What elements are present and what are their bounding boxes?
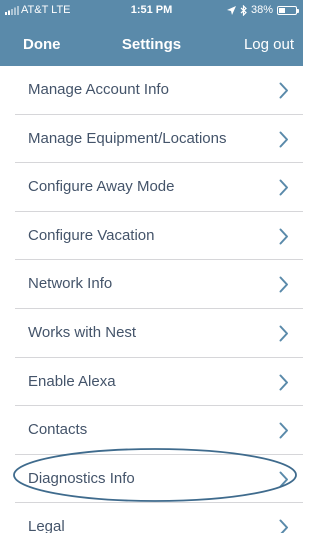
settings-row-legal[interactable]: Legal [0, 503, 303, 533]
settings-row-label: Configure Vacation [28, 226, 155, 244]
settings-row-label: Configure Away Mode [28, 178, 175, 196]
settings-row-network-info[interactable]: Network Info [0, 260, 303, 309]
done-button[interactable]: Done [23, 36, 61, 53]
settings-row-label: Enable Alexa [28, 372, 116, 390]
chevron-right-icon [279, 179, 289, 196]
status-right-group: 38% [226, 3, 299, 17]
battery-icon [277, 5, 299, 15]
settings-row-contacts[interactable]: Contacts [0, 406, 303, 455]
battery-percent: 38% [250, 4, 273, 16]
chevron-right-icon [279, 422, 289, 439]
navigation-bar: Done Settings Log out [0, 26, 303, 62]
chevron-right-icon [279, 471, 289, 488]
chevron-right-icon [279, 131, 289, 148]
chevron-right-icon [279, 276, 289, 293]
settings-row-label: Manage Equipment/Locations [28, 129, 227, 147]
bluetooth-icon [240, 4, 247, 16]
settings-screen: AT&T LTE 1:51 PM 38% Done Settings Log o… [0, 0, 303, 533]
chevron-right-icon [279, 325, 289, 342]
settings-row-configure-vacation[interactable]: Configure Vacation [0, 212, 303, 261]
settings-row-manage-account-info[interactable]: Manage Account Info [0, 66, 303, 115]
chevron-right-icon [279, 228, 289, 245]
settings-row-label: Works with Nest [28, 323, 137, 341]
battery-level-fill [279, 7, 286, 13]
settings-row-works-with-nest[interactable]: Works with Nest [0, 309, 303, 358]
settings-row-label: Legal [28, 518, 65, 533]
settings-row-label: Contacts [28, 421, 88, 439]
chevron-right-icon [279, 374, 289, 391]
log-out-button[interactable]: Log out [244, 36, 294, 53]
settings-row-configure-away-mode[interactable]: Configure Away Mode [0, 163, 303, 212]
settings-row-label: Manage Account Info [28, 81, 169, 98]
settings-row-enable-alexa[interactable]: Enable Alexa [0, 358, 303, 407]
settings-row-diagnostics-info[interactable]: Diagnostics Info [0, 455, 303, 504]
location-arrow-icon [226, 5, 236, 15]
chevron-right-icon [279, 82, 289, 99]
status-bar: AT&T LTE 1:51 PM 38% [0, 0, 303, 22]
settings-list: Manage Account Info Manage Equipment/Loca… [0, 66, 303, 533]
header: AT&T LTE 1:51 PM 38% Done Settings Log o… [0, 0, 303, 66]
settings-row-manage-equipment-locations[interactable]: Manage Equipment/Locations [0, 115, 303, 164]
chevron-right-icon [279, 519, 289, 533]
settings-row-label: Network Info [28, 275, 113, 293]
settings-row-label: Diagnostics Info [28, 469, 135, 487]
